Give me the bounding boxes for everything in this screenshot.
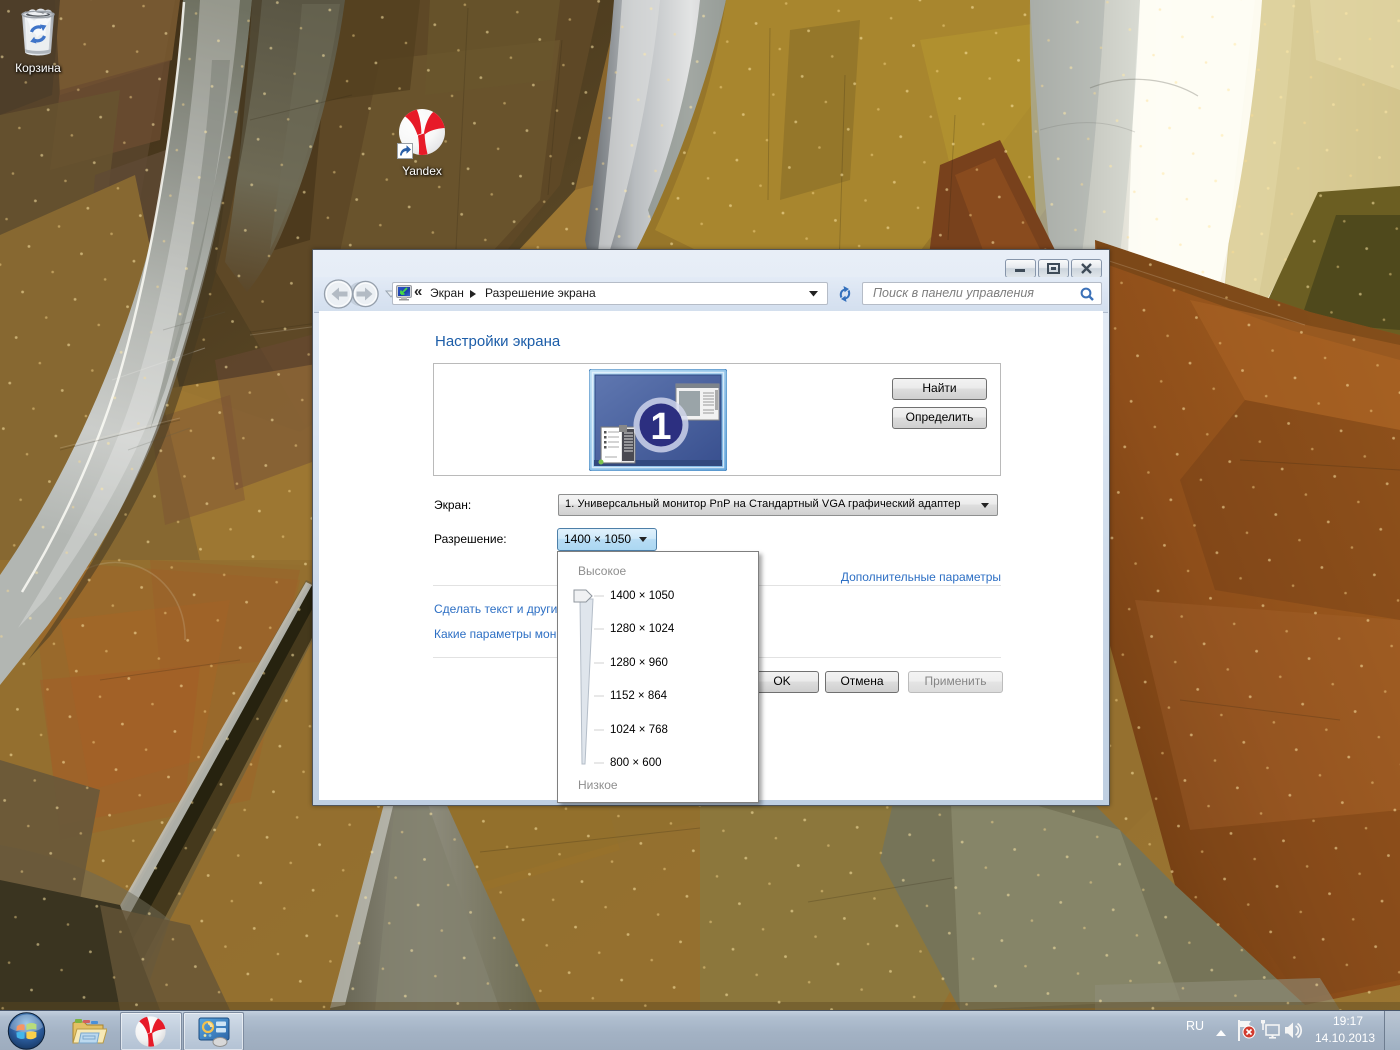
svg-text:1: 1 xyxy=(650,406,671,448)
